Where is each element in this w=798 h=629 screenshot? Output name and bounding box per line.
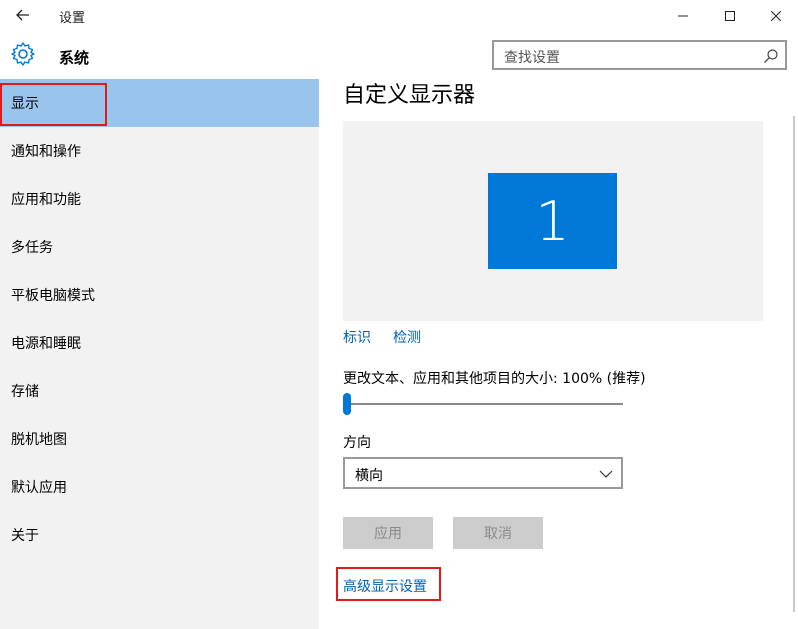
title-bar: 设置 [0, 0, 798, 31]
minimize-button[interactable] [660, 0, 706, 31]
orientation-label: 方向 [343, 435, 371, 451]
sidebar-item-label: 多任务 [11, 240, 53, 256]
chevron-down-icon [599, 470, 613, 478]
minimize-icon [678, 15, 688, 16]
back-button[interactable] [8, 2, 38, 28]
sidebar-item-label: 脱机地图 [11, 432, 67, 448]
scrollbar[interactable] [793, 116, 795, 612]
sidebar-item-tablet-mode[interactable]: 平板电脑模式 [0, 271, 319, 319]
sidebar-item-notifications[interactable]: 通知和操作 [0, 127, 319, 175]
maximize-icon [725, 10, 735, 21]
sidebar-item-label: 电源和睡眠 [11, 336, 81, 352]
apply-button[interactable]: 应用 [343, 517, 433, 549]
sidebar-item-label: 应用和功能 [11, 192, 81, 208]
sidebar-item-apps-features[interactable]: 应用和功能 [0, 175, 319, 223]
sidebar-item-label: 默认应用 [11, 480, 67, 496]
maximize-button[interactable] [707, 0, 753, 31]
apply-button-label: 应用 [374, 526, 402, 542]
page-title: 自定义显示器 [343, 83, 476, 108]
sidebar: 显示 通知和操作 应用和功能 多任务 平板电脑模式 电源和睡眠 存储 脱机地图 … [0, 79, 319, 629]
monitor-tile[interactable]: 1 [488, 173, 617, 269]
close-button[interactable] [753, 0, 798, 31]
section-title: 系统 [59, 49, 90, 67]
settings-header: 系统 查找设置 [0, 31, 798, 79]
scale-label: 更改文本、应用和其他项目的大小: 100% (推荐) [343, 371, 646, 387]
sidebar-item-offline-maps[interactable]: 脱机地图 [0, 415, 319, 463]
scale-slider-track[interactable] [343, 403, 623, 405]
advanced-display-settings-link[interactable]: 高级显示设置 [343, 576, 427, 596]
gear-icon [11, 42, 35, 66]
sidebar-item-label: 关于 [11, 528, 39, 544]
search-input[interactable]: 查找设置 [492, 40, 787, 70]
sidebar-item-label: 存储 [11, 384, 39, 400]
monitor-arrangement-area: 1 [343, 121, 763, 321]
detect-link[interactable]: 检测 [393, 327, 421, 347]
sidebar-item-storage[interactable]: 存储 [0, 367, 319, 415]
window-title: 设置 [59, 11, 86, 26]
search-placeholder: 查找设置 [504, 50, 560, 66]
identify-link[interactable]: 标识 [343, 327, 371, 347]
display-highlight-box [0, 83, 107, 126]
sidebar-item-default-apps[interactable]: 默认应用 [0, 463, 319, 511]
sidebar-item-multitasking[interactable]: 多任务 [0, 223, 319, 271]
sidebar-item-power-sleep[interactable]: 电源和睡眠 [0, 319, 319, 367]
sidebar-item-label: 平板电脑模式 [11, 288, 95, 304]
monitor-number: 1 [535, 189, 570, 253]
scale-slider-thumb[interactable] [343, 393, 351, 415]
cancel-button[interactable]: 取消 [453, 517, 543, 549]
cancel-button-label: 取消 [484, 526, 512, 542]
back-arrow-icon [16, 9, 29, 21]
orientation-value: 横向 [355, 468, 383, 484]
main-content: 自定义显示器 1 标识 检测 更改文本、应用和其他项目的大小: 100% (推荐… [319, 79, 798, 629]
close-icon [771, 10, 781, 21]
sidebar-item-label: 通知和操作 [11, 144, 81, 160]
search-icon[interactable] [763, 48, 779, 64]
orientation-dropdown[interactable]: 横向 [343, 457, 623, 489]
sidebar-item-about[interactable]: 关于 [0, 511, 319, 559]
